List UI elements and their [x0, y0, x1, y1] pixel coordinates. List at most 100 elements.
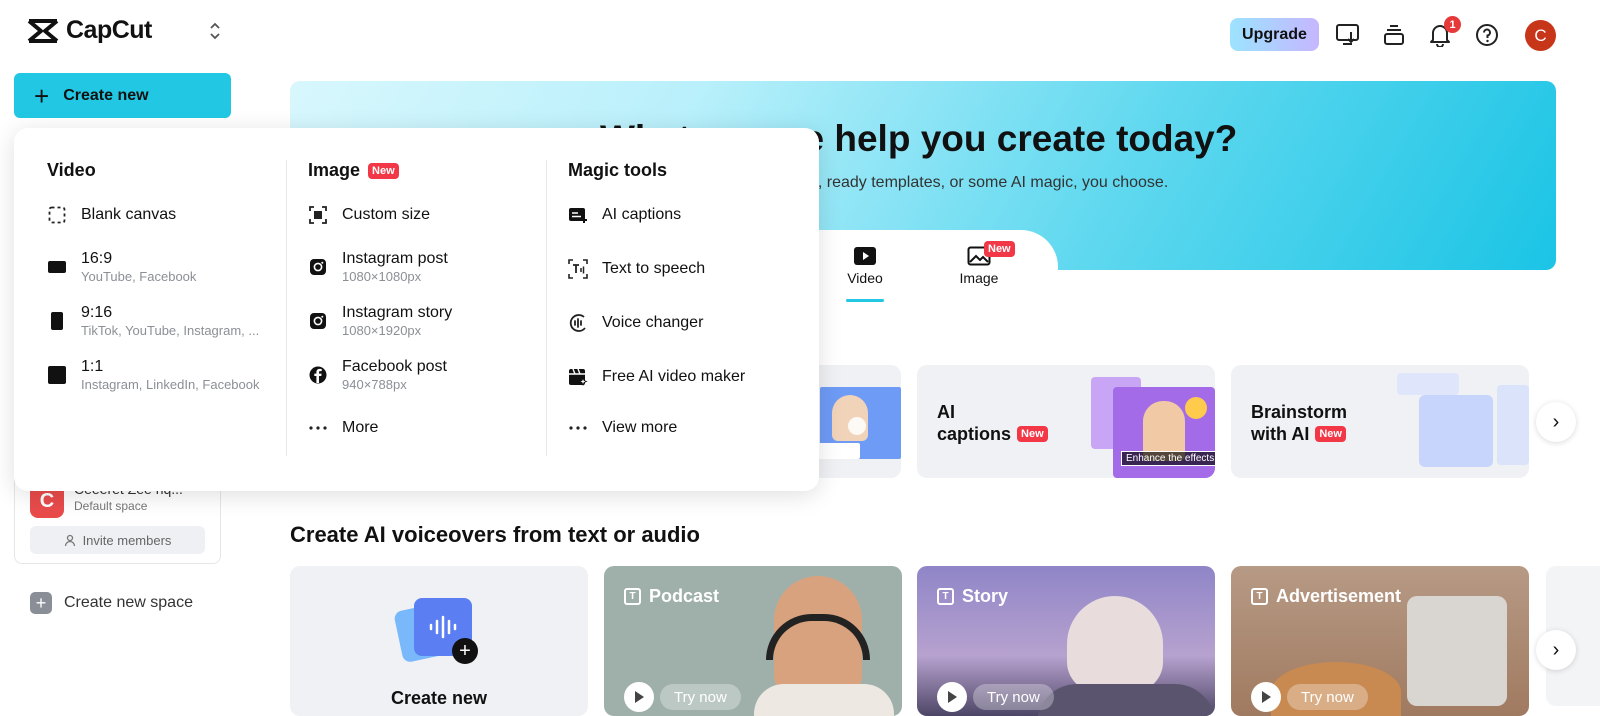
landscape-ratio-icon: [47, 257, 67, 277]
menu-item-voice-changer[interactable]: Voice changer: [568, 313, 703, 333]
mindmap-branch: [1497, 385, 1529, 465]
desktop-download-icon[interactable]: [1333, 20, 1363, 50]
play-icon: [624, 682, 654, 712]
try-now-label: Try now: [973, 684, 1054, 710]
create-new-label: Create new: [63, 86, 149, 104]
custom-size-icon: [308, 205, 328, 225]
text-to-speech-icon: [568, 259, 588, 279]
caption-overlay: Enhance the effects: [1121, 451, 1215, 466]
voice-changer-icon: [568, 313, 588, 333]
next-arrow-button[interactable]: ›: [1536, 402, 1576, 442]
menu-item-free-ai-video-maker[interactable]: Free AI video maker: [568, 367, 745, 387]
text-icon: T: [937, 588, 954, 605]
menu-item-facebook-post[interactable]: Facebook post 940×788px: [308, 358, 447, 392]
create-new-space-button[interactable]: + Create new space: [30, 592, 193, 614]
try-now-button[interactable]: Try now: [1251, 682, 1368, 712]
space-type: Default space: [74, 499, 148, 513]
upgrade-button[interactable]: Upgrade: [1230, 18, 1319, 51]
try-now-label: Try now: [660, 684, 741, 710]
coffee-machine-image: [1407, 596, 1507, 706]
tab-video-label: Video: [847, 270, 883, 286]
card-label: T Advertisement: [1251, 586, 1401, 607]
emoji-icon: [1185, 397, 1207, 419]
create-new-voiceover-card[interactable]: + Create new: [290, 566, 588, 716]
mindmap-doc: [1419, 395, 1493, 467]
create-new-dropdown: Video Blank canvas 16:9 YouTube, Facebook…: [14, 128, 819, 491]
play-icon: [937, 682, 967, 712]
tab-image-label: Image: [959, 270, 999, 286]
menu-item-blank-canvas[interactable]: Blank canvas: [47, 205, 176, 225]
play-icon: [1251, 682, 1281, 712]
more-dots-icon: [308, 418, 328, 438]
blank-canvas-icon: [47, 205, 67, 225]
card-title: Brainstorm with AI New: [1251, 402, 1348, 444]
text-icon: T: [624, 588, 641, 605]
user-avatar[interactable]: C: [1525, 20, 1556, 51]
stack-icon[interactable]: [1379, 20, 1409, 50]
card-title: AI captions New: [937, 401, 1048, 445]
portrait-ratio-icon: [47, 311, 67, 331]
kitten-image: [1067, 596, 1163, 692]
new-badge: New: [1017, 426, 1048, 442]
new-badge: New: [984, 241, 1015, 257]
menu-item-instagram-story[interactable]: Instagram story 1080×1920px: [308, 304, 452, 338]
rock-shape: [1037, 684, 1215, 716]
feature-card-ai-captions[interactable]: AI captions New Enhance the effects: [917, 365, 1215, 478]
invite-members-button[interactable]: Invite members: [30, 526, 205, 554]
thumbnail-main: Enhance the effects: [1113, 387, 1215, 478]
tab-active-indicator: [846, 299, 884, 302]
instagram-icon: [308, 257, 328, 277]
new-badge: New: [1315, 426, 1346, 442]
voiceover-card-advertisement[interactable]: T Advertisement Try now: [1231, 566, 1529, 716]
column-divider: [546, 160, 547, 456]
square-ratio-icon: [47, 365, 67, 385]
help-icon[interactable]: [1472, 20, 1502, 50]
play-icon: [848, 417, 866, 435]
voiceover-card-podcast[interactable]: T Podcast Try now: [604, 566, 902, 716]
workspace-switcher-icon[interactable]: [208, 20, 222, 42]
menu-item-view-more[interactable]: View more: [568, 418, 677, 438]
card-label: T Story: [937, 586, 1008, 607]
card-label: T Podcast: [624, 586, 719, 607]
shirt-shape: [754, 684, 894, 716]
plus-icon: +: [452, 638, 478, 664]
magic-tools-column-heading: Magic tools: [568, 160, 668, 180]
try-now-button[interactable]: Try now: [624, 682, 741, 712]
video-play-icon: [854, 247, 876, 265]
menu-item-text-to-speech[interactable]: Text to speech: [568, 259, 705, 279]
capcut-logo[interactable]: CapCut: [26, 16, 152, 45]
facebook-icon: [308, 365, 328, 385]
menu-item-more[interactable]: More: [308, 418, 378, 438]
menu-item-instagram-post[interactable]: Instagram post 1080×1080px: [308, 250, 448, 284]
menu-item-16-9[interactable]: 16:9 YouTube, Facebook: [47, 250, 196, 284]
invite-members-label: Invite members: [82, 532, 172, 548]
plus-icon: +: [30, 592, 52, 614]
ai-video-icon: [568, 367, 588, 387]
menu-item-9-16[interactable]: 9:16 TikTok, YouTube, Instagram, ...: [47, 304, 259, 338]
app-name: CapCut: [66, 16, 152, 44]
image-column-heading: Image New: [308, 160, 399, 181]
person-add-icon: [64, 534, 75, 546]
captions-icon: [568, 205, 588, 225]
plus-icon: +: [34, 80, 50, 111]
video-column-heading: Video: [47, 160, 96, 180]
menu-item-1-1[interactable]: 1:1 Instagram, LinkedIn, Facebook: [47, 358, 260, 392]
section-title: Create AI voiceovers from text or audio: [290, 522, 700, 547]
tab-video[interactable]: Video: [825, 246, 905, 286]
create-new-space-label: Create new space: [64, 594, 193, 611]
text-icon: T: [1251, 588, 1268, 605]
feature-card-brainstorm[interactable]: Brainstorm with AI New: [1231, 365, 1529, 478]
column-divider: [286, 160, 287, 456]
more-dots-icon: [568, 418, 588, 438]
try-now-button[interactable]: Try now: [937, 682, 1054, 712]
next-arrow-button[interactable]: ›: [1536, 630, 1576, 670]
try-now-label: Try now: [1287, 684, 1368, 710]
instagram-icon: [308, 311, 328, 331]
voiceover-card-story[interactable]: T Story Try now: [917, 566, 1215, 716]
capcut-logo-icon: [27, 18, 59, 43]
menu-item-custom-size[interactable]: Custom size: [308, 205, 430, 225]
new-badge: New: [368, 162, 399, 179]
create-new-button[interactable]: + Create new: [14, 73, 231, 118]
menu-item-ai-captions[interactable]: AI captions: [568, 205, 681, 225]
mindmap-node: [1397, 373, 1459, 395]
